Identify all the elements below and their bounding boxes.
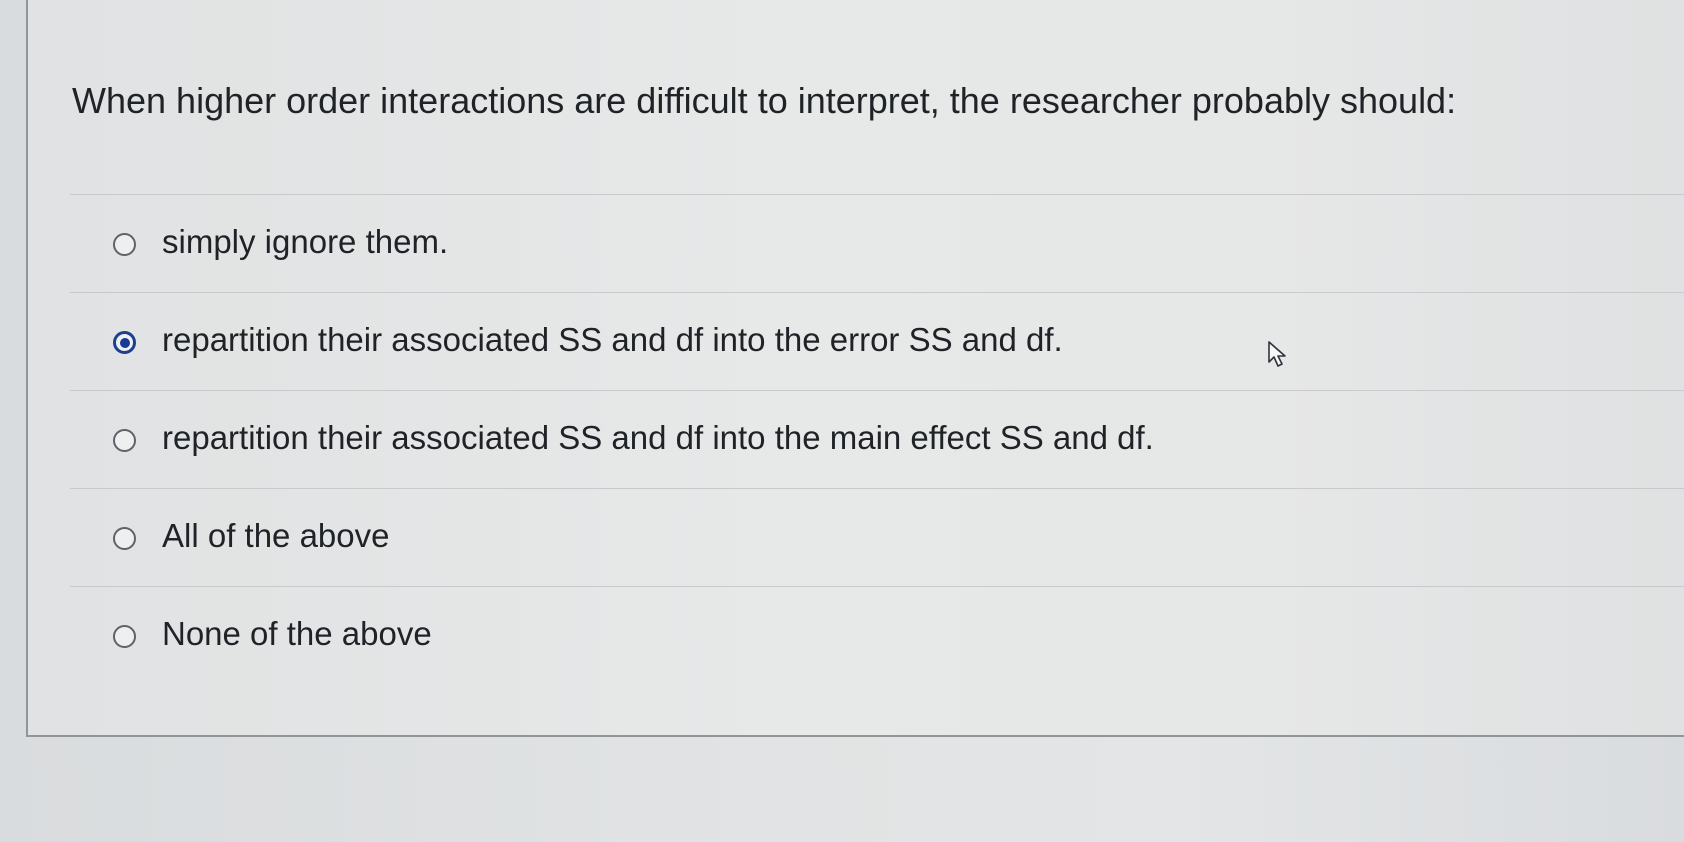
- answer-label[interactable]: None of the above: [162, 613, 432, 655]
- answer-label[interactable]: All of the above: [162, 515, 390, 557]
- answer-label[interactable]: repartition their associated SS and df i…: [162, 417, 1154, 459]
- answer-option-5[interactable]: None of the above: [70, 586, 1684, 684]
- answer-option-1[interactable]: simply ignore them.: [70, 194, 1684, 292]
- question-card: When higher order interactions are diffi…: [26, 0, 1684, 737]
- radio-button-unselected[interactable]: [113, 233, 136, 256]
- answer-option-3[interactable]: repartition their associated SS and df i…: [70, 390, 1684, 488]
- radio-button-unselected[interactable]: [113, 625, 136, 648]
- answer-option-4[interactable]: All of the above: [70, 488, 1684, 586]
- radio-button-selected[interactable]: [113, 331, 136, 354]
- answer-list: simply ignore them. repartition their as…: [70, 194, 1684, 682]
- answer-label[interactable]: simply ignore them.: [162, 221, 448, 263]
- answer-label[interactable]: repartition their associated SS and df i…: [162, 319, 1063, 361]
- mouse-pointer-icon: [1268, 341, 1286, 367]
- answer-option-2[interactable]: repartition their associated SS and df i…: [70, 292, 1684, 390]
- radio-button-unselected[interactable]: [113, 429, 136, 452]
- radio-button-unselected[interactable]: [113, 527, 136, 550]
- question-text: When higher order interactions are diffi…: [72, 80, 1457, 121]
